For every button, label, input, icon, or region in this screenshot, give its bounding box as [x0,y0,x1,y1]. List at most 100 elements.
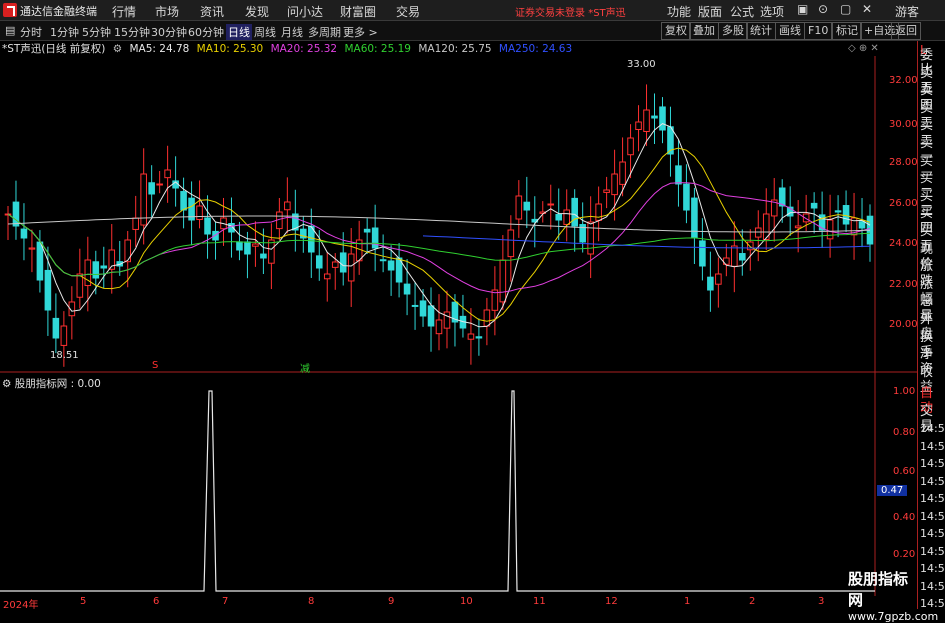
date-label: 12 [605,596,618,607]
legend-ma10: MA10: 25.30 [196,43,264,55]
btn-multistock[interactable]: 多股 [718,22,748,40]
candle-body [76,273,84,298]
menu-function[interactable]: 功能 [667,3,691,20]
menu-options[interactable]: 选项 [760,3,784,20]
maximize-icon[interactable]: ▢ [840,2,851,16]
menu-layout[interactable]: 版面 [698,3,722,20]
btn-fuquan[interactable]: 复权 [661,22,691,40]
price-tick: 28.00 [889,157,918,168]
candle-body [499,259,507,303]
date-label: 3 [818,596,825,607]
candle-body [547,203,555,206]
menu-fortune[interactable]: 财富圈 [340,3,376,20]
candle-body [754,227,762,238]
price-tick: 22.00 [889,279,918,290]
ma-line [7,182,871,294]
candle-body [739,253,746,261]
btn-overlay[interactable]: 叠加 [689,22,719,40]
settings-icon[interactable]: ▣ [797,2,808,16]
tf-weekly[interactable]: 周线 [254,24,276,40]
btn-f10[interactable]: F10 [804,22,833,40]
candle-body [52,317,60,339]
price-tick: 26.00 [889,198,918,209]
menu-xiaoda[interactable]: 问小达 [287,3,323,20]
tf-daily[interactable]: 日线 [226,24,252,40]
candle-body [331,261,339,268]
chart-corner-icons[interactable]: ◇ ⊕ ✕ [848,43,879,54]
sell-signal: S [152,360,159,371]
candle-body [363,228,371,233]
menu-hq[interactable]: 行情 [112,3,136,20]
menu-news[interactable]: 资讯 [200,3,224,20]
legend-settings-icon[interactable]: ⚙ [113,43,122,55]
price-tick: 32.00 [889,75,918,86]
tf-more[interactable]: 更多 > [343,24,378,40]
guest-label[interactable]: 游客 [895,3,919,20]
candle-body [323,273,331,280]
candle-body [92,261,100,279]
candle-body [268,239,275,264]
candle-body [315,255,323,269]
menu-market[interactable]: 市场 [155,3,179,20]
candle-body [571,197,578,227]
candle-body [284,201,291,211]
candle-body [379,259,387,262]
candle-body [244,241,251,255]
tf-intraday-icon[interactable]: ▤ [5,24,15,37]
tf-60min[interactable]: 60分钟 [188,24,224,40]
btn-back[interactable]: 返回 [891,22,921,40]
candle-body [826,219,834,240]
tf-monthly[interactable]: 月线 [281,24,303,40]
candle-body [778,187,786,207]
candle-body [834,210,842,213]
menu-trade[interactable]: 交易 [396,3,420,20]
btn-mark[interactable]: 标记 [832,22,862,40]
candle-body [387,260,395,271]
trade-time: 14:55 [920,457,945,470]
tf-30min[interactable]: 30分钟 [151,24,187,40]
tf-5min[interactable]: 5分钟 [82,24,111,40]
btn-draw[interactable]: 画线 [775,22,805,40]
reduce-signal: 减 [300,364,310,375]
tf-1min[interactable]: 1分钟 [50,24,79,40]
candle-body [507,229,515,258]
candle-body [627,137,634,156]
legend-ma60: MA60: 25.19 [344,43,411,55]
candle-body [443,311,451,329]
candle-body [731,245,738,267]
tf-intraday[interactable]: 分时 [20,24,42,40]
candle-body [651,115,658,119]
candle-body [411,304,419,307]
tf-multi[interactable]: 多周期 [308,24,341,40]
menu-discover[interactable]: 发现 [245,3,269,20]
close-icon[interactable]: ✕ [862,2,872,16]
trade-time: 14:56 [920,527,945,540]
tf-15min[interactable]: 15分钟 [114,24,150,40]
trade-time: 14:56 [920,474,945,488]
trade-time: 14:56 [920,509,945,523]
legend-ma5: MA5: 24.78 [129,43,190,55]
menu-formula[interactable]: 公式 [730,3,754,20]
candle-body [611,173,618,196]
candle-body [156,183,163,186]
candle-body [635,121,642,130]
candle-body [196,205,203,221]
candle-body [124,239,132,263]
candle-body [515,195,523,220]
indicator-chart[interactable] [0,388,876,598]
candle-body [563,209,570,225]
candle-body [132,217,139,230]
trade-time: 14:56 [920,492,945,505]
date-label: 7 [222,596,229,607]
candle-body [44,269,52,311]
candle-body [675,165,682,185]
candle-body [619,161,626,185]
btn-stats[interactable]: 统计 [746,22,776,40]
price-tick: 30.00 [889,119,918,130]
skin-icon[interactable]: ⊙ [818,2,828,16]
date-label: 10 [460,596,473,607]
candle-body [236,241,243,251]
high-annotation: 33.00 [627,59,656,70]
trade-time: 14:56 [920,544,945,558]
candle-body [707,276,714,291]
